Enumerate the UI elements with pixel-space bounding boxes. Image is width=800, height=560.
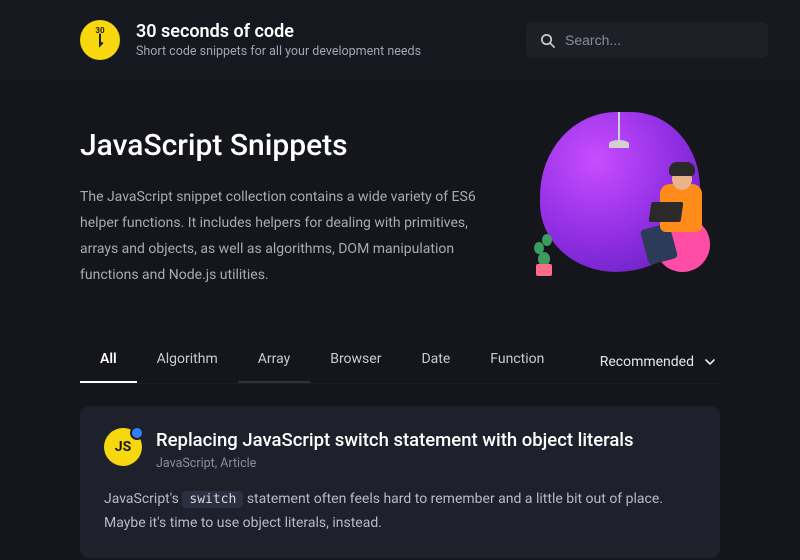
brand-block: 30 seconds of code Short code snippets f…	[136, 21, 510, 59]
js-badge: JS	[104, 428, 142, 466]
sort-label: Recommended	[600, 354, 694, 370]
brand-title: 30 seconds of code	[136, 21, 510, 42]
stopwatch-icon	[93, 32, 107, 54]
hero: JavaScript Snippets The JavaScript snipp…	[80, 128, 720, 289]
inline-code: switch	[182, 491, 243, 508]
card-titles: Replacing JavaScript switch statement wi…	[156, 428, 696, 471]
new-indicator-dot	[130, 426, 144, 440]
card-title: Replacing JavaScript switch statement wi…	[156, 428, 696, 452]
tabs-row: All Algorithm Array Browser Date Functio…	[80, 341, 720, 384]
site-logo[interactable]: 30	[80, 20, 120, 60]
tab-array[interactable]: Array	[238, 341, 310, 383]
tabs: All Algorithm Array Browser Date Functio…	[80, 341, 596, 383]
page-description: The JavaScript snippet collection contai…	[80, 185, 480, 289]
snippet-card[interactable]: JS Replacing JavaScript switch statement…	[80, 406, 720, 558]
search-input[interactable]	[565, 32, 754, 48]
sort-dropdown[interactable]: Recommended	[596, 346, 720, 378]
tab-algorithm[interactable]: Algorithm	[137, 341, 238, 383]
search-icon	[540, 33, 555, 48]
brand-subtitle: Short code snippets for all your develop…	[136, 44, 510, 59]
header: 30 30 seconds of code Short code snippet…	[0, 0, 800, 80]
hero-illustration	[530, 112, 720, 282]
tab-date[interactable]: Date	[401, 341, 470, 383]
hero-text: JavaScript Snippets The JavaScript snipp…	[80, 128, 506, 289]
plant-icon	[530, 226, 558, 276]
card-body: JavaScript's switch statement often feel…	[104, 487, 696, 536]
tab-browser[interactable]: Browser	[310, 341, 401, 383]
lamp-icon	[618, 112, 620, 140]
search-box[interactable]	[526, 22, 768, 58]
logo-number: 30	[95, 26, 104, 35]
tab-all[interactable]: All	[80, 341, 137, 383]
main-content: JavaScript Snippets The JavaScript snipp…	[0, 80, 800, 558]
tab-function[interactable]: Function	[470, 341, 564, 383]
card-meta: JavaScript, Article	[156, 456, 696, 471]
page-title: JavaScript Snippets	[80, 128, 506, 163]
person-illustration	[622, 152, 712, 272]
chevron-down-icon	[704, 356, 716, 368]
card-header: JS Replacing JavaScript switch statement…	[104, 428, 696, 471]
